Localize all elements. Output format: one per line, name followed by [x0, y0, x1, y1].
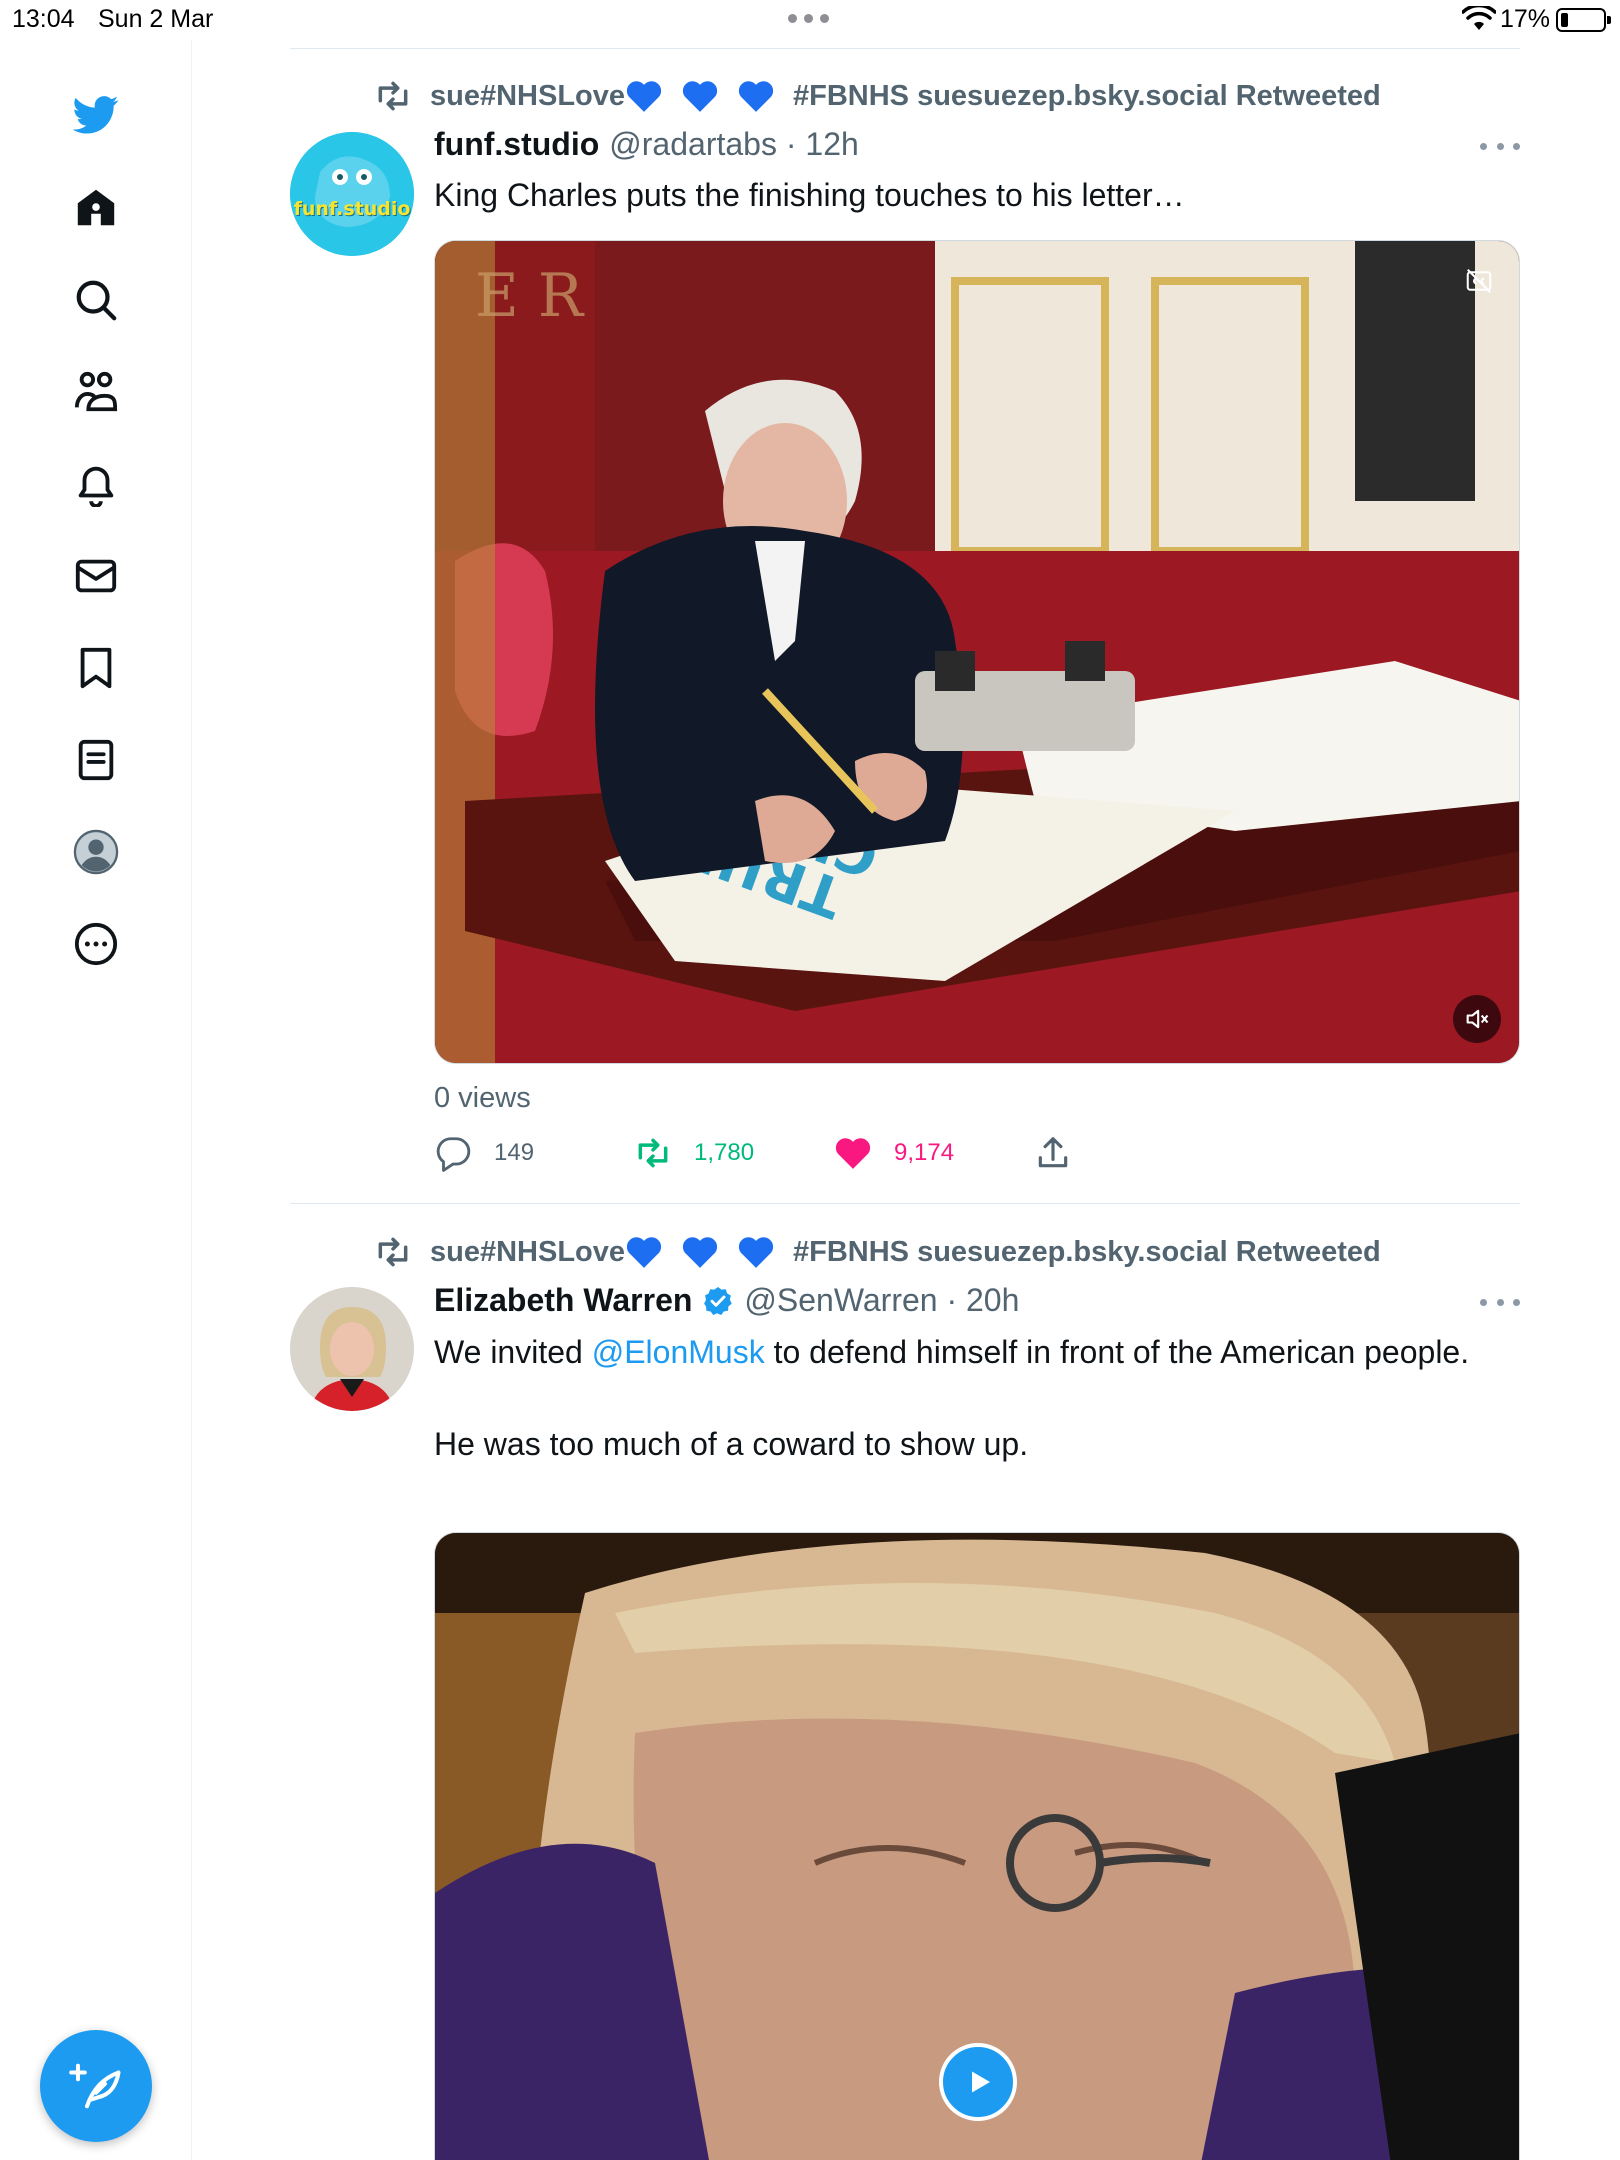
bookmark-icon[interactable] — [70, 642, 122, 694]
tweet-header: funf.studio @radartabs · 12h — [434, 126, 859, 163]
compose-feather-icon — [69, 2063, 121, 2109]
retweeted-by-line: sue#NHSLove #FBNHS suesuezep.bsky.social… — [374, 76, 1381, 116]
avatar[interactable]: funf.studio — [290, 132, 414, 256]
author-name[interactable]: Elizabeth Warren — [434, 1282, 692, 1319]
tweet-video[interactable]: TRUMP CUNT E R — [434, 240, 1520, 1064]
retweet-icon — [378, 1237, 408, 1267]
separator-dot: · — [776, 126, 806, 162]
author-handle[interactable]: @SenWarren — [744, 1282, 937, 1319]
tweet-card[interactable]: sue#NHSLove #FBNHS suesuezep.bsky.social… — [290, 1203, 1520, 2160]
tweet-text: King Charles puts the finishing touches … — [434, 177, 1185, 213]
more-options-icon[interactable] — [1480, 136, 1520, 156]
retweeted-by-line: sue#NHSLove #FBNHS suesuezep.bsky.social… — [374, 1232, 1381, 1272]
tweet-card[interactable]: sue#NHSLove #FBNHS suesuezep.bsky.social… — [290, 48, 1520, 1203]
tweet-actions: 149 1,780 9,174 — [434, 1134, 1134, 1178]
tweet-video[interactable] — [434, 1532, 1520, 2160]
blue-heart-icon — [738, 81, 774, 112]
tweet-text-part: We invited — [434, 1334, 592, 1370]
view-count: 0 views — [434, 1082, 531, 1114]
play-button[interactable] — [939, 2043, 1017, 2121]
multitasking-dots-icon[interactable] — [788, 14, 829, 23]
heart-filled-icon — [835, 1138, 871, 1169]
blue-heart-icon — [738, 1237, 774, 1268]
avatar-logo-text: funf.studio — [293, 198, 411, 220]
tweet-time[interactable]: 20h — [966, 1282, 1019, 1319]
lists-icon[interactable] — [70, 734, 122, 786]
reply-button[interactable]: 149 — [434, 1134, 534, 1172]
retweet-icon — [638, 1138, 668, 1168]
status-bar: 13:04 Sun 2 Mar 17% — [0, 0, 1620, 40]
avatar[interactable] — [290, 1287, 414, 1411]
separator-dot: · — [937, 1282, 966, 1318]
share-button[interactable] — [1034, 1134, 1094, 1172]
retweet-icon — [378, 81, 408, 111]
verified-badge-icon — [704, 1286, 733, 1315]
status-date: Sun 2 Mar — [98, 5, 214, 33]
more-options-icon[interactable] — [1480, 1292, 1520, 1312]
blue-heart-icon — [682, 1237, 718, 1268]
like-count: 9,174 — [894, 1139, 955, 1166]
retweeter-name-suffix[interactable]: #FBNHS suesuezep.bsky.social Retweeted — [793, 1236, 1381, 1269]
wifi-icon — [1462, 6, 1496, 30]
svg-text:E R: E R — [475, 261, 585, 331]
retweet-count: 1,780 — [694, 1139, 755, 1166]
battery-percent: 17% — [1500, 5, 1551, 33]
home-icon[interactable] — [70, 182, 122, 234]
status-time: 13:04 — [12, 5, 75, 33]
reply-icon — [436, 1137, 471, 1172]
profile-avatar-icon[interactable] — [70, 826, 122, 878]
more-circle-icon[interactable] — [70, 918, 122, 970]
share-icon — [1038, 1137, 1068, 1168]
retweeter-name-prefix[interactable]: sue#NHSLove — [430, 1236, 625, 1269]
retweet-button[interactable]: 1,780 — [634, 1134, 754, 1172]
tweet-time[interactable]: 12h — [805, 126, 858, 163]
communities-icon[interactable] — [70, 366, 122, 418]
tweet-text-line: He was too much of a coward to show up. — [434, 1426, 1029, 1462]
captions-icon[interactable] — [1455, 257, 1503, 305]
retweeter-name-prefix[interactable]: sue#NHSLove — [430, 80, 625, 113]
mention-link[interactable]: @ElonMusk — [592, 1334, 765, 1370]
blue-heart-icon — [626, 81, 662, 112]
messages-envelope-icon[interactable] — [70, 550, 122, 602]
mute-icon[interactable] — [1453, 995, 1501, 1043]
twitter-logo-icon[interactable] — [70, 88, 122, 140]
sidebar — [0, 40, 192, 2160]
battery-icon — [1556, 8, 1611, 32]
tweet-text-part: to defend himself in front of the Americ… — [764, 1334, 1470, 1370]
tweet-header: Elizabeth Warren @SenWarren · 20h — [434, 1282, 1019, 1319]
like-button[interactable]: 9,174 — [834, 1134, 954, 1172]
tweet-text: We invited @ElonMusk to defend himself i… — [434, 1329, 1520, 1467]
blue-heart-icon — [626, 1237, 662, 1268]
video-frame-king-signing: TRUMP CUNT E R — [435, 241, 1519, 1063]
author-handle[interactable]: @radartabs — [609, 126, 777, 163]
notifications-bell-icon[interactable] — [70, 458, 122, 510]
compose-tweet-button[interactable] — [40, 2030, 152, 2142]
retweeter-name-suffix[interactable]: #FBNHS suesuezep.bsky.social Retweeted — [793, 80, 1381, 113]
author-name[interactable]: funf.studio — [434, 126, 599, 163]
blue-heart-icon — [682, 81, 718, 112]
play-icon — [972, 2071, 990, 2093]
reply-count: 149 — [494, 1139, 535, 1166]
search-icon[interactable] — [70, 274, 122, 326]
